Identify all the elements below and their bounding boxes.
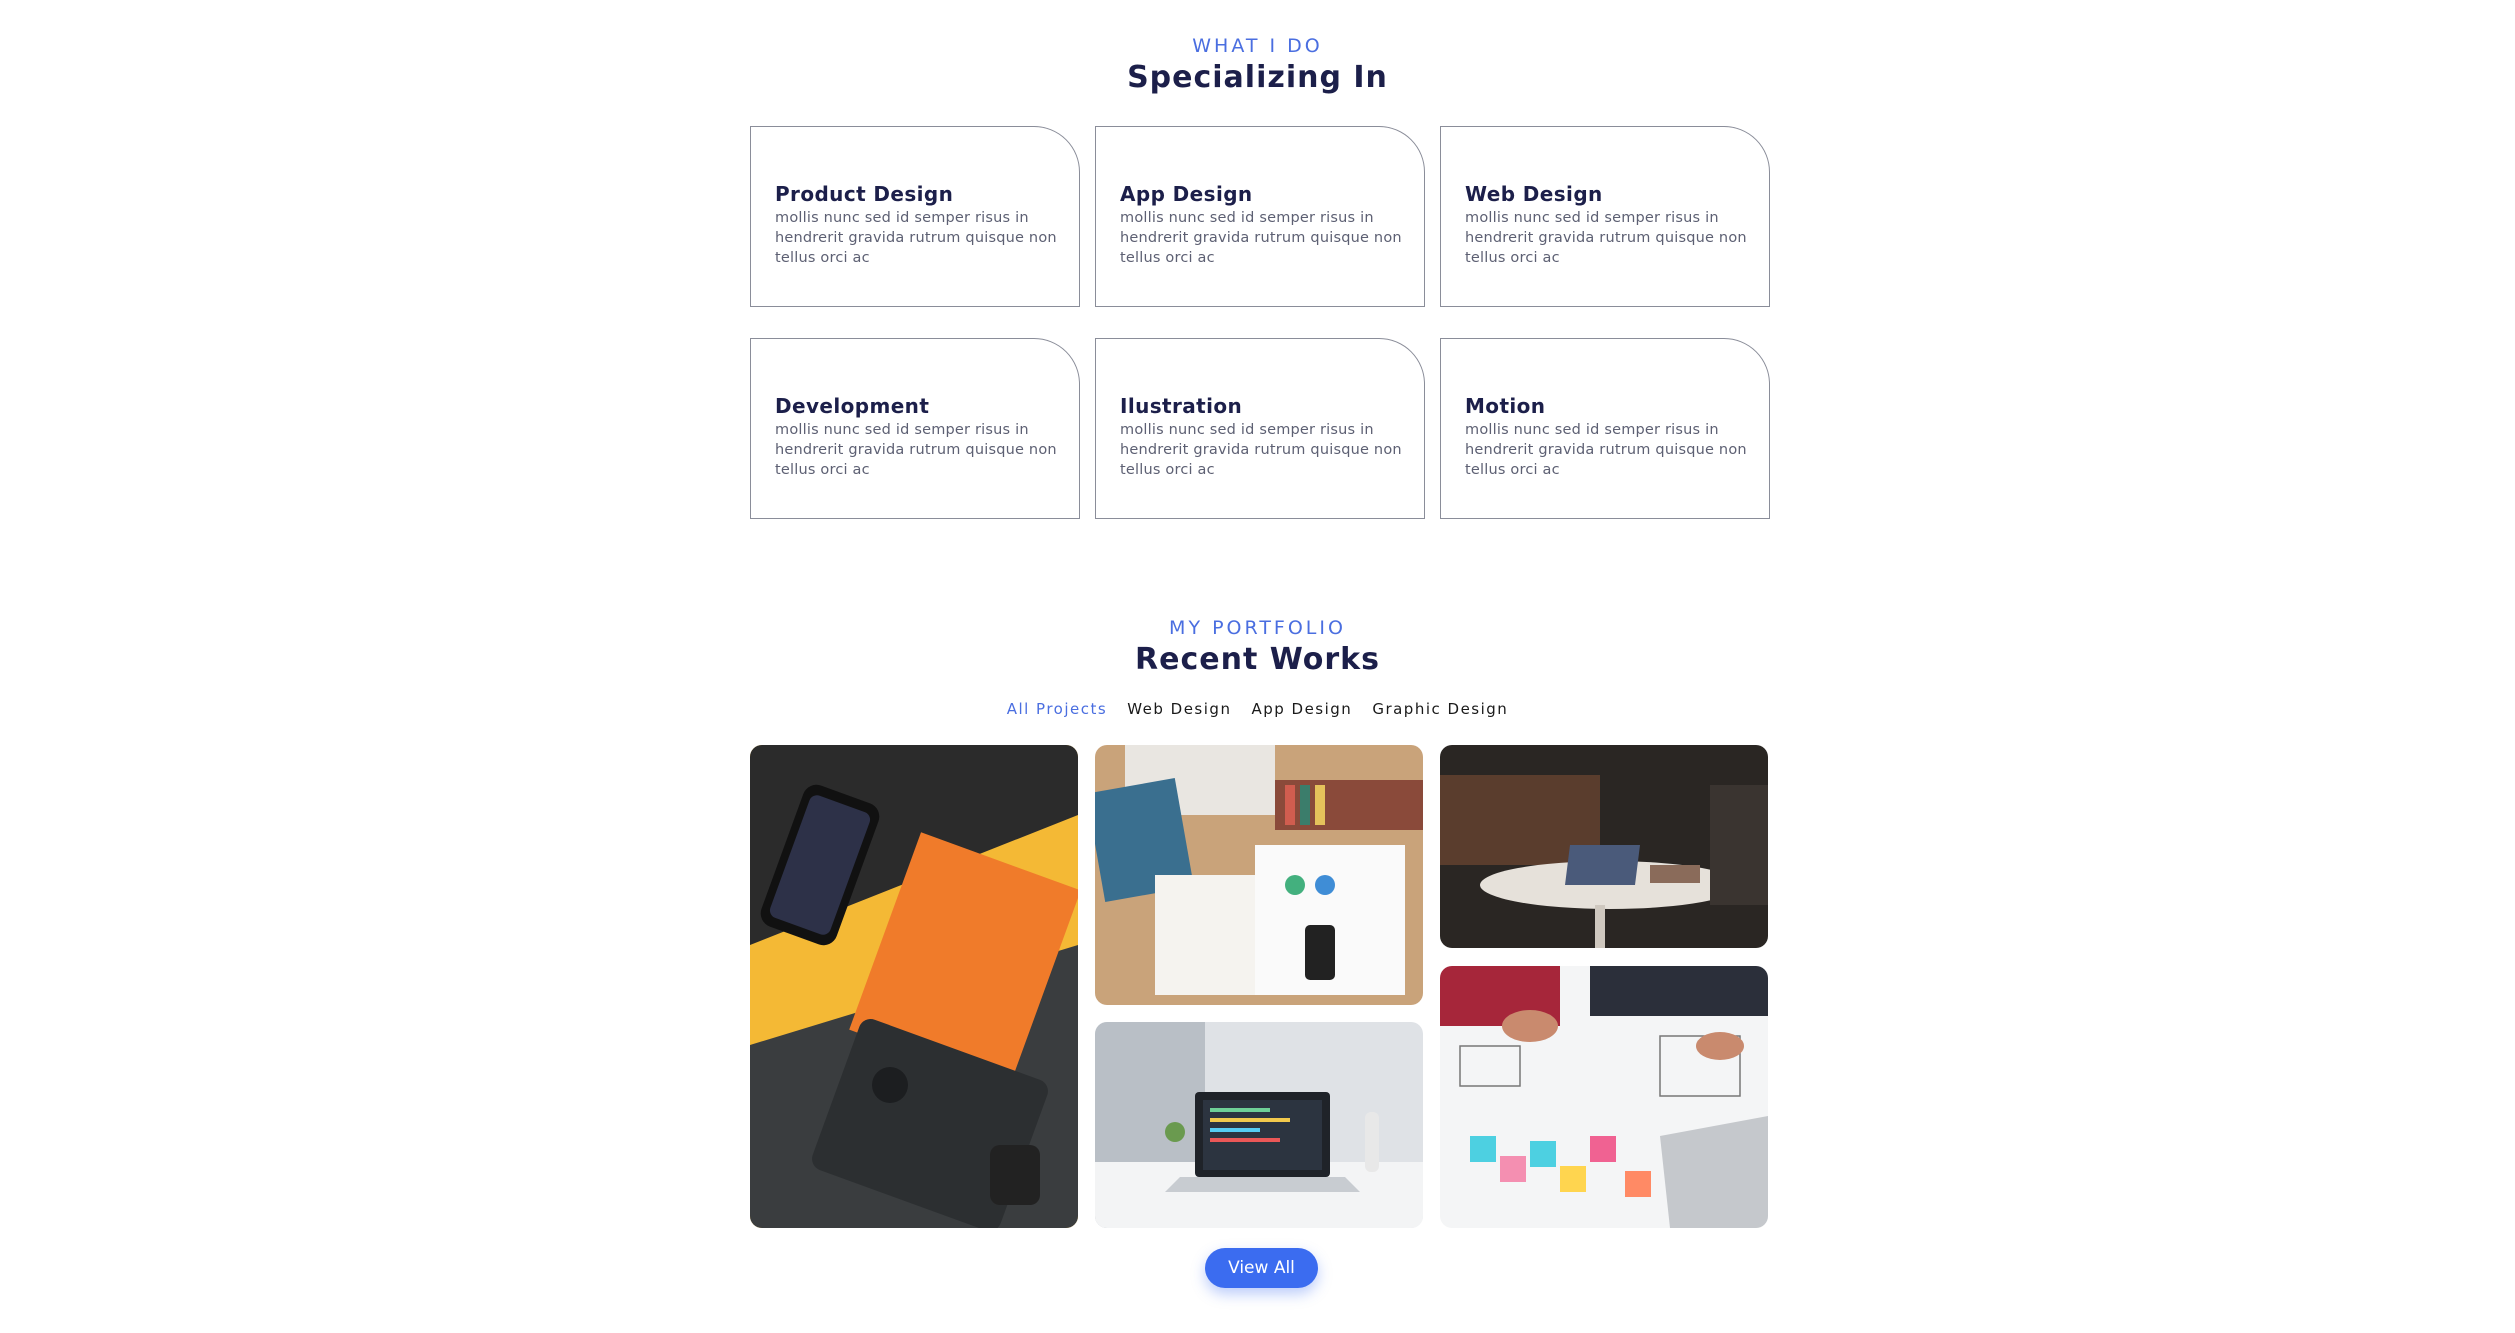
laptop-cafe-photo bbox=[1440, 745, 1768, 948]
laptop-desk-code-photo bbox=[1095, 1022, 1423, 1228]
service-card-description: mollis nunc sed id semper risus in hendr… bbox=[775, 422, 1057, 478]
wireframe-sketch-photo bbox=[1440, 966, 1768, 1228]
service-card-title: Product Design bbox=[775, 182, 954, 206]
service-card-description: mollis nunc sed id semper risus in hendr… bbox=[1120, 422, 1402, 478]
service-card-product-design[interactable]: Product Design mollis nunc sed id semper… bbox=[750, 126, 1080, 307]
portfolio-tile-laptop-code[interactable] bbox=[1095, 1022, 1423, 1228]
service-card-title: Development bbox=[775, 394, 930, 418]
service-card-motion[interactable]: Motion mollis nunc sed id semper risus i… bbox=[1440, 338, 1770, 519]
filter-web-design[interactable]: Web Design bbox=[1127, 700, 1231, 718]
change-by-design-book-photo bbox=[750, 745, 1078, 1228]
services-heading: Specializing In bbox=[1127, 60, 1388, 95]
portfolio-eyebrow: MY PORTFOLIO bbox=[1169, 617, 1346, 639]
portfolio-tile-laptop-cafe[interactable] bbox=[1440, 745, 1768, 948]
filter-graphic-design[interactable]: Graphic Design bbox=[1372, 700, 1508, 718]
service-card-app-design[interactable]: App Design mollis nunc sed id semper ris… bbox=[1095, 126, 1425, 307]
view-all-button[interactable]: View All bbox=[1205, 1248, 1318, 1288]
page: WHAT I DO Specializing In Product Design… bbox=[0, 0, 2515, 1333]
service-card-description: mollis nunc sed id semper risus in hendr… bbox=[775, 210, 1057, 266]
portfolio-heading: Recent Works bbox=[1135, 642, 1380, 677]
portfolio-tile-wireframe-sketch[interactable] bbox=[1440, 966, 1768, 1228]
service-card-description: mollis nunc sed id semper risus in hendr… bbox=[1465, 422, 1747, 478]
portfolio-filter-bar: All Projects Web Design App Design Graph… bbox=[0, 700, 2515, 718]
service-card-description: mollis nunc sed id semper risus in hendr… bbox=[1465, 210, 1747, 266]
portfolio-tile-desk-flatlay[interactable] bbox=[1095, 745, 1423, 1005]
service-card-title: Ilustration bbox=[1120, 394, 1243, 418]
service-card-description: mollis nunc sed id semper risus in hendr… bbox=[1120, 210, 1402, 266]
filter-all-projects[interactable]: All Projects bbox=[1007, 700, 1108, 718]
service-card-title: App Design bbox=[1120, 182, 1253, 206]
portfolio-tile-change-by-design[interactable] bbox=[750, 745, 1078, 1228]
service-card-title: Web Design bbox=[1465, 182, 1603, 206]
filter-app-design[interactable]: App Design bbox=[1251, 700, 1352, 718]
service-card-title: Motion bbox=[1465, 394, 1546, 418]
service-card-web-design[interactable]: Web Design mollis nunc sed id semper ris… bbox=[1440, 126, 1770, 307]
service-card-ilustration[interactable]: Ilustration mollis nunc sed id semper ri… bbox=[1095, 338, 1425, 519]
services-eyebrow: WHAT I DO bbox=[1192, 35, 1323, 57]
desk-flatlay-photo bbox=[1095, 745, 1423, 1005]
service-card-development[interactable]: Development mollis nunc sed id semper ri… bbox=[750, 338, 1080, 519]
